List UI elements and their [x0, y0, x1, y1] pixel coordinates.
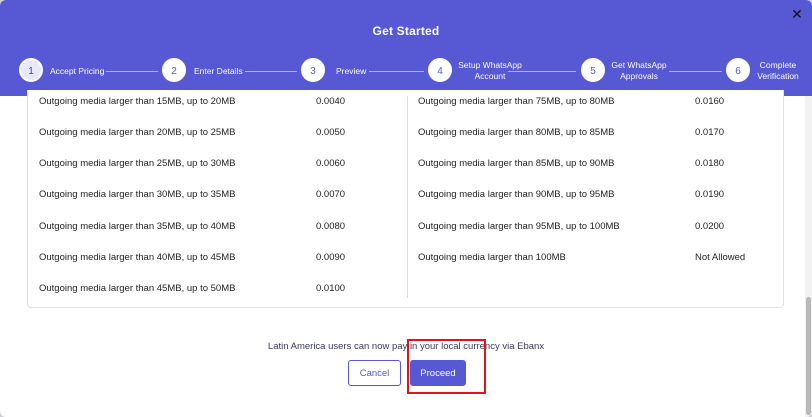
step-connector — [106, 71, 158, 72]
table-row-price: 0.0170 — [695, 127, 725, 138]
modal-title: Get Started — [372, 24, 440, 38]
proceed-button[interactable]: Proceed — [410, 360, 466, 386]
table-row-item: Outgoing media larger than 90MB, up to 9… — [418, 189, 615, 200]
step-6-label-line2: Verification — [757, 71, 799, 81]
table-row-item: Outgoing media larger than 20MB, up to 2… — [39, 127, 236, 138]
modal-header: Get Started ✕ 1 Accept Pricing 2 Enter D… — [0, 0, 812, 96]
step-1-label: Accept Pricing — [50, 66, 105, 76]
step-5-label-line2: Approvals — [620, 71, 658, 81]
step-4-label: Setup WhatsApp Account — [457, 60, 523, 82]
table-row-item: Outgoing media larger than 30MB, up to 3… — [39, 189, 236, 200]
table-row-price: 0.0050 — [316, 127, 346, 138]
step-4-label-line1: Setup WhatsApp — [458, 60, 522, 70]
step-connector — [369, 71, 424, 72]
table-row-item: Outgoing media larger than 35MB, up to 4… — [39, 221, 236, 232]
step-5-label: Get WhatsApp Approvals — [608, 60, 670, 82]
table-row-price: 0.0200 — [695, 221, 725, 232]
step-connector — [669, 71, 722, 72]
step-6-circle[interactable]: 6 — [726, 58, 750, 82]
table-row-item: Outgoing media larger than 25MB, up to 3… — [39, 158, 236, 169]
table-row-price: 0.0060 — [316, 158, 346, 169]
step-connector — [245, 71, 297, 72]
table-row-item: Outgoing media larger than 100MB — [418, 252, 566, 263]
table-row-price: 0.0100 — [316, 283, 346, 294]
modal-scrollbar-thumb[interactable] — [806, 297, 811, 415]
step-2-label: Enter Details — [194, 66, 243, 76]
step-6-label-line1: Complete — [759, 60, 797, 70]
table-row-price: 0.0190 — [695, 189, 725, 200]
table-row-item: Outgoing media larger than 95MB, up to 1… — [418, 221, 620, 232]
cancel-button[interactable]: Cancel — [348, 360, 401, 386]
table-row-item: Outgoing media larger than 40MB, up to 4… — [39, 252, 236, 263]
step-3-circle[interactable]: 3 — [301, 58, 325, 82]
step-5-label-line1: Get WhatsApp — [611, 60, 667, 70]
table-row-item: Outgoing media larger than 75MB, up to 8… — [418, 96, 615, 107]
step-4-circle[interactable]: 4 — [428, 58, 452, 82]
table-row-price: 0.0180 — [695, 158, 725, 169]
table-row-price: Not Allowed — [695, 252, 746, 263]
step-4-label-line2: Account — [474, 71, 506, 81]
table-row-item: Outgoing media larger than 80MB, up to 8… — [418, 127, 615, 138]
table-row-price: 0.0080 — [316, 221, 346, 232]
step-3-label: Preview — [336, 66, 367, 76]
column-divider — [407, 96, 408, 298]
step-2-circle[interactable]: 2 — [162, 58, 186, 82]
table-row-price: 0.0090 — [316, 252, 346, 263]
step-6-label: Complete Verification — [752, 60, 804, 82]
table-row-price: 0.0070 — [316, 189, 346, 200]
get-started-modal: Get Started ✕ 1 Accept Pricing 2 Enter D… — [0, 0, 812, 417]
step-1-circle[interactable]: 1 — [19, 58, 43, 82]
ebanx-notice: Latin America users can now pay in your … — [267, 341, 545, 352]
table-row-price: 0.0040 — [316, 96, 346, 107]
table-row-price: 0.0160 — [695, 96, 725, 107]
step-5-circle[interactable]: 5 — [581, 58, 605, 82]
table-row-item: Outgoing media larger than 15MB, up to 2… — [39, 96, 236, 107]
table-row-item: Outgoing media larger than 85MB, up to 9… — [418, 158, 615, 169]
close-icon[interactable]: ✕ — [789, 6, 805, 22]
table-row-item: Outgoing media larger than 45MB, up to 5… — [39, 283, 236, 294]
